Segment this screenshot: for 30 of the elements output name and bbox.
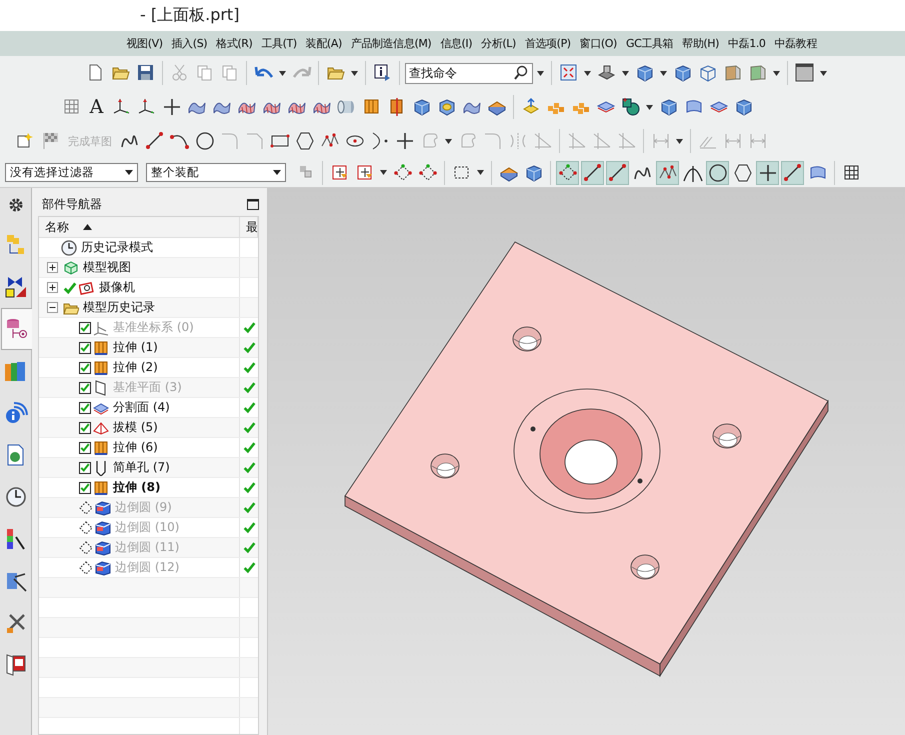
tree-item-label[interactable]: 拔模 (5)	[113, 419, 158, 436]
panel-title: 部件导航器	[42, 196, 102, 212]
menu-item[interactable]: 插入(S)	[167, 36, 212, 51]
scope-dropdown[interactable]: 整个装配	[146, 163, 286, 182]
text-tool-button[interactable]: A	[85, 95, 108, 119]
menu-item[interactable]: 产品制造信息(M)	[346, 36, 436, 51]
menu-item[interactable]: 格式(R)	[212, 36, 257, 51]
tree-item-label[interactable]: 分割面 (4)	[113, 399, 170, 416]
menu-item[interactable]: 视图(V)	[122, 36, 168, 51]
menu-item[interactable]: 帮助(H)	[678, 36, 724, 51]
menu-item[interactable]: 信息(I)	[436, 36, 477, 51]
tree-item-label[interactable]: 模型视图	[83, 259, 131, 276]
menu-item[interactable]: GC工具箱	[621, 36, 678, 51]
tree-item-label[interactable]: 拉伸 (2)	[113, 359, 158, 376]
tree-item-label[interactable]: 拉伸 (6)	[113, 439, 158, 456]
window-title: - [上面板.prt]	[140, 5, 240, 26]
menu-item[interactable]: 工具(T)	[256, 36, 302, 51]
search-field[interactable]: 查找命令	[405, 62, 533, 84]
tree-item-label[interactable]: 拉伸 (1)	[113, 339, 158, 356]
menu-item[interactable]: 首选项(P)	[520, 36, 576, 51]
menu-item[interactable]: 分析(L)	[476, 36, 520, 51]
menu-item[interactable]: 中磊1.0	[724, 36, 770, 51]
tree-item-label[interactable]: 历史记录模式	[81, 239, 153, 256]
menu-item[interactable]: 装配(A)	[301, 36, 346, 51]
filter-dropdown[interactable]: 没有选择过滤器	[5, 163, 138, 182]
menu-item[interactable]: 中磊教程	[770, 36, 822, 51]
tree-item-label[interactable]: 拉伸 (8)	[113, 479, 160, 496]
column-header[interactable]: 名称	[39, 217, 240, 237]
tree-item-label[interactable]: 摄像机	[99, 279, 135, 296]
menu-item[interactable]: 窗口(O)	[575, 36, 622, 51]
